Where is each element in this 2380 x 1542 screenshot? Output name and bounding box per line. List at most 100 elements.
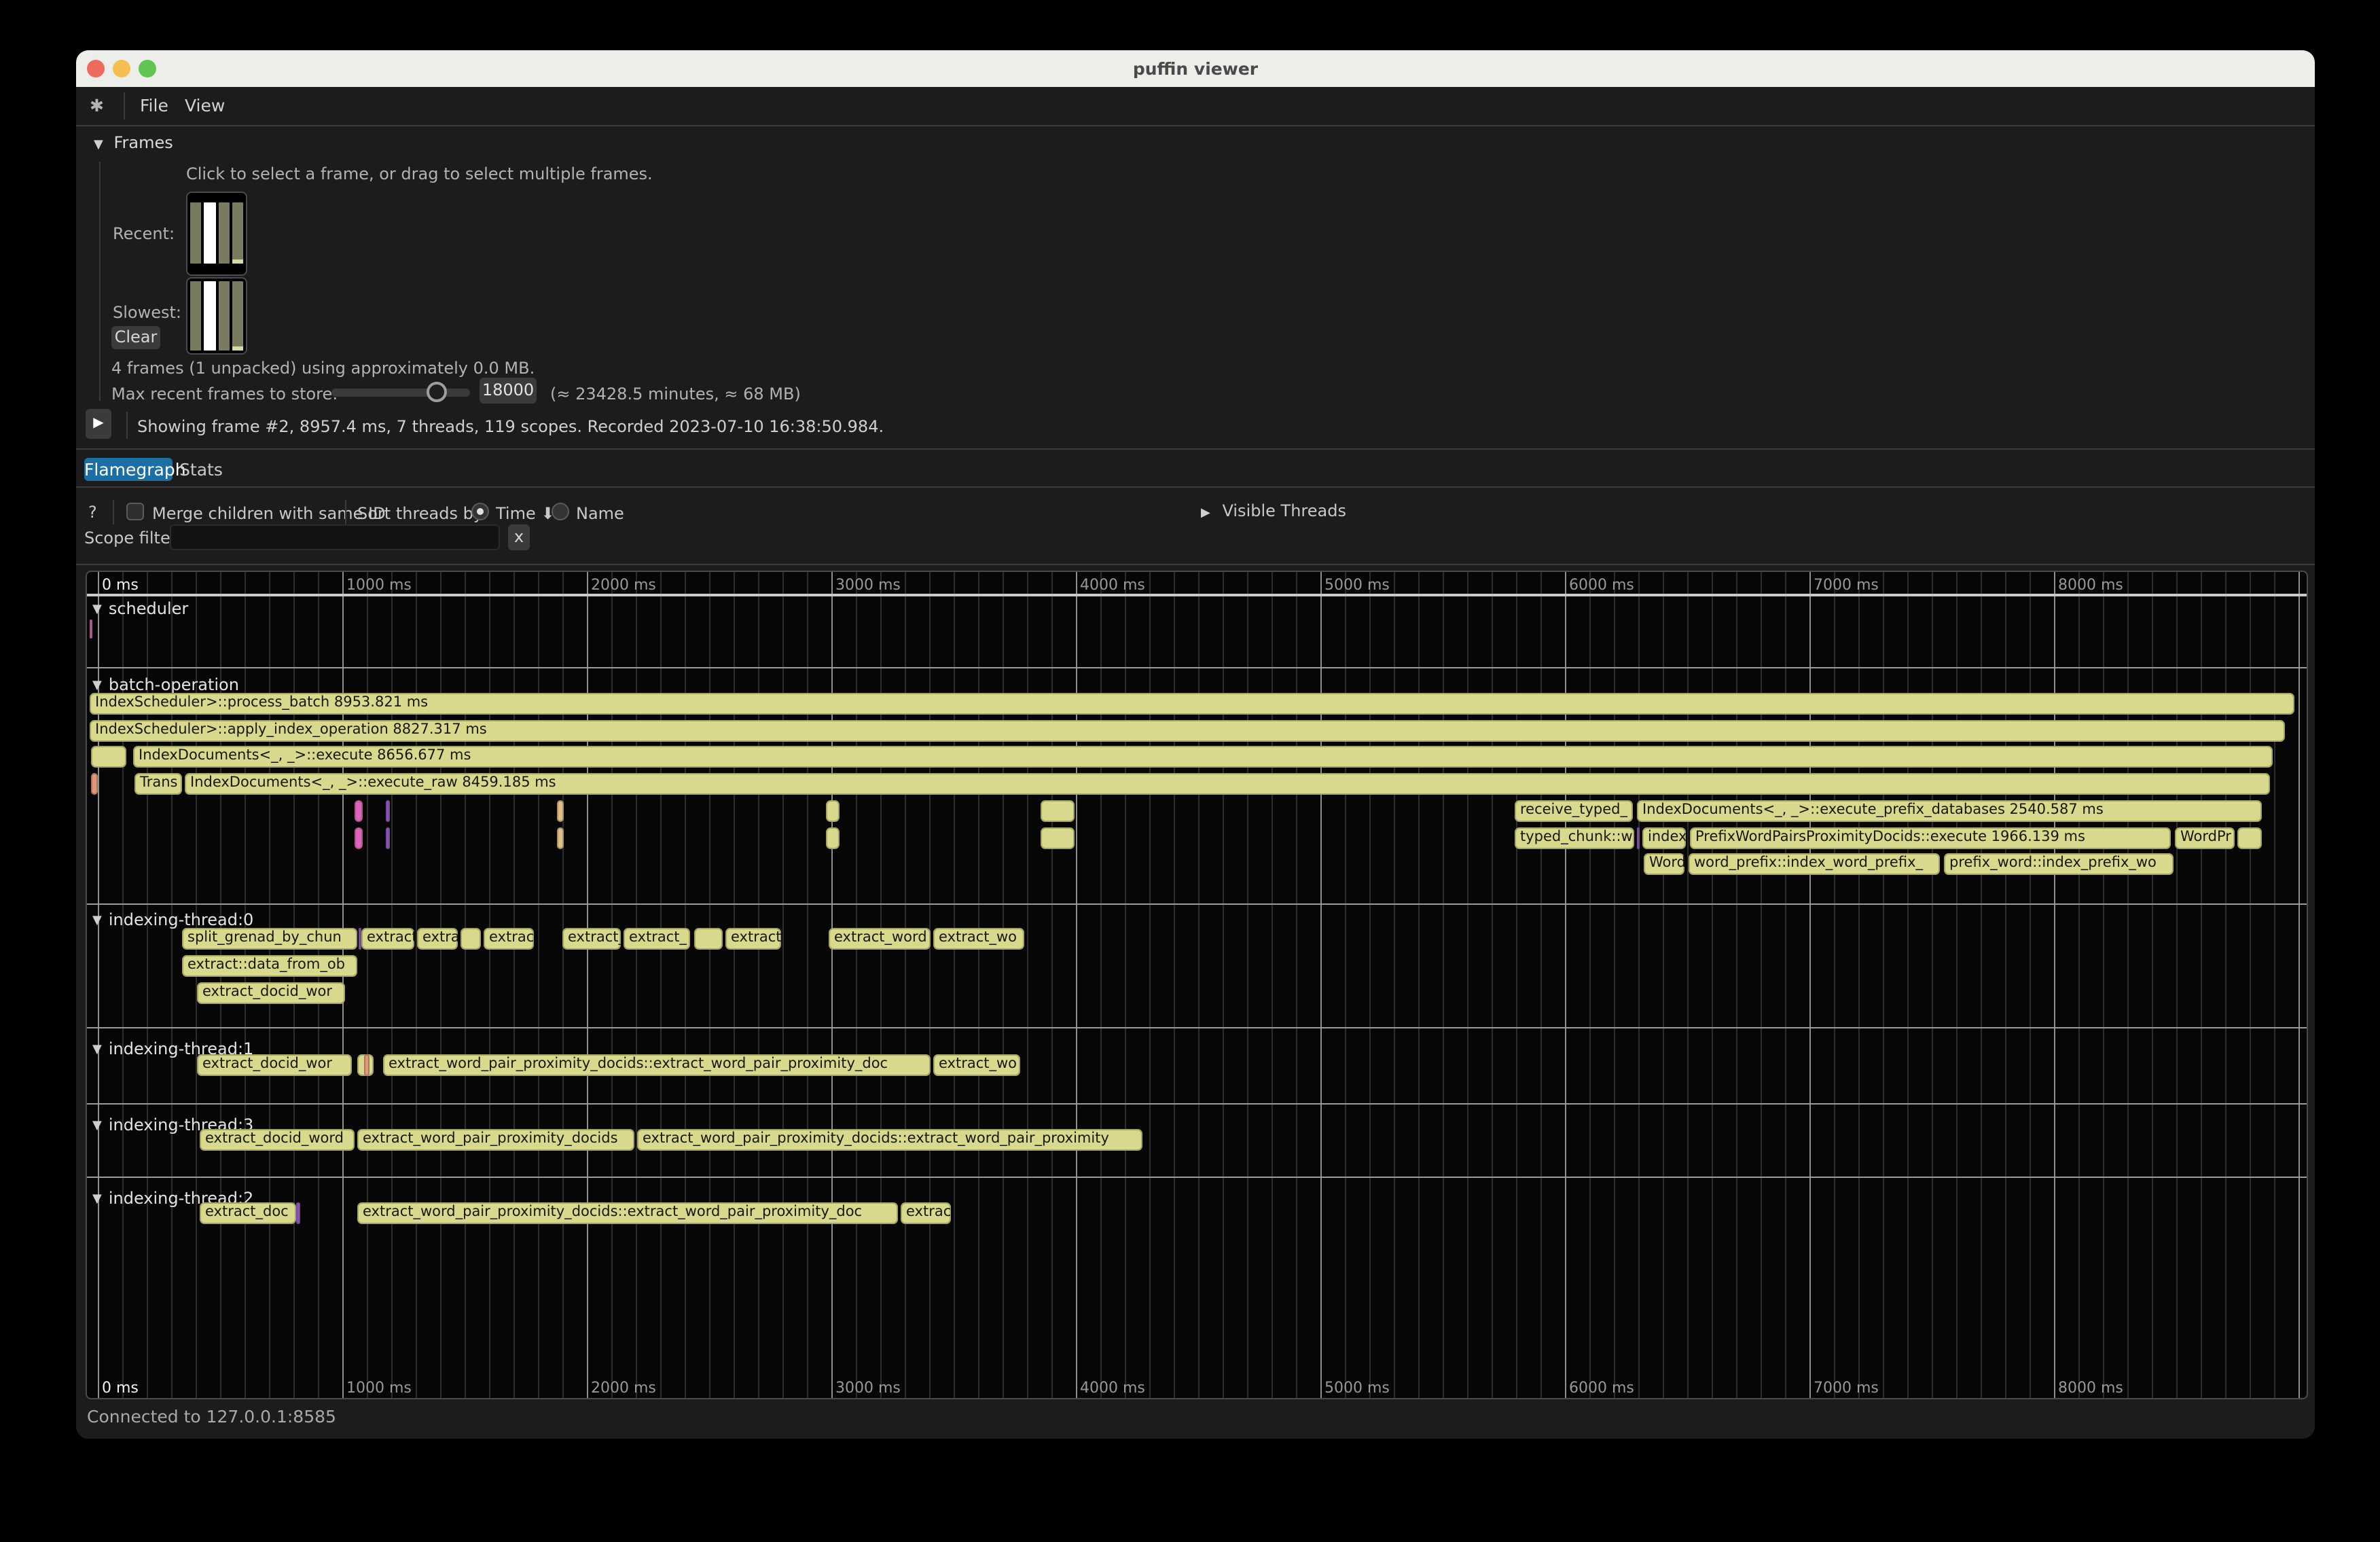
sort-time-radio[interactable] [471, 503, 489, 520]
max-frames-slider-knob[interactable] [427, 382, 447, 402]
app-menu-icon[interactable]: ✱ [90, 95, 104, 115]
flamegraph-canvas[interactable]: 0 ms0 ms1000 ms1000 ms2000 ms2000 ms3000… [86, 571, 2308, 1399]
flame-bar[interactable]: prefix_word::index_prefix_wo [1944, 853, 2174, 875]
frame-thumbnail-bar[interactable] [190, 281, 202, 351]
flame-bar[interactable]: typed_chunk::w [1515, 827, 1634, 849]
frame-thumbnail-bar[interactable] [204, 281, 216, 351]
frame-thumbnail-bar[interactable] [190, 202, 202, 264]
flame-bar[interactable]: WordPr [2175, 827, 2235, 849]
flame-bar[interactable]: extract_word_pair_proximity_docids [357, 1129, 634, 1151]
app-window: puffin viewer ✱ File View ▼ Frames Click… [76, 50, 2315, 1439]
time-tick-label: 4000 ms [1080, 1379, 1145, 1397]
flame-bar[interactable]: extract_ [562, 928, 621, 950]
flame-bar[interactable]: extrac [901, 1202, 951, 1224]
flame-bar[interactable] [1041, 827, 1075, 849]
collapse-triangle-icon: ▼ [92, 1043, 102, 1057]
flame-bar[interactable]: extract_wo [933, 1054, 1020, 1076]
flame-bar[interactable]: extract [361, 928, 414, 950]
time-tick-label: 5000 ms [1324, 576, 1390, 594]
flame-bar[interactable] [358, 928, 361, 950]
flame-bar[interactable] [826, 800, 840, 822]
flame-bar[interactable] [296, 1202, 300, 1224]
flame-bar[interactable]: extract_doc [200, 1202, 296, 1224]
frame-thumbnail-bar[interactable] [218, 202, 230, 264]
flame-bar[interactable]: split_grenad_by_chun [182, 928, 357, 950]
flame-bar[interactable] [355, 800, 363, 822]
flame-bar[interactable]: word_prefix::index_word_prefix_ [1689, 853, 1940, 875]
flame-bar[interactable]: extract_docid_word [200, 1129, 355, 1151]
flame-bar[interactable] [826, 827, 840, 849]
flame-bar[interactable]: index [1642, 827, 1686, 849]
flame-bar[interactable]: extract::data_from_ob [182, 955, 357, 977]
frame-thumbnail-bar[interactable] [204, 202, 216, 264]
frame-thumbnail-bar[interactable] [218, 281, 230, 351]
flame-bar[interactable] [363, 1054, 369, 1076]
flame-bar[interactable]: receive_typed_ [1515, 800, 1633, 822]
flame-bar[interactable] [1041, 800, 1075, 822]
flame-bar[interactable] [461, 928, 481, 950]
thread-group-header[interactable]: ▼indexing-thread:0 [92, 910, 253, 929]
flame-bar[interactable]: extra [417, 928, 458, 950]
recent-frames-thumbnail[interactable] [186, 192, 247, 276]
scope-filter-input[interactable] [170, 524, 500, 550]
flame-bar[interactable]: IndexScheduler>::apply_index_operation 8… [90, 720, 2285, 742]
slowest-frames-thumbnail[interactable] [186, 277, 247, 355]
sort-time-label: Time ⬇ [496, 504, 555, 523]
clear-button[interactable]: Clear [111, 326, 160, 349]
clear-filter-button[interactable]: x [508, 524, 530, 550]
flame-bar[interactable]: PrefixWordPairsProximityDocids::execute … [1690, 827, 2171, 849]
screen: puffin viewer ✱ File View ▼ Frames Click… [0, 0, 2380, 1542]
flame-bar[interactable]: Trans [134, 773, 182, 795]
flame-bar[interactable] [1637, 827, 1640, 849]
frames-section-header[interactable]: ▼ Frames [94, 133, 173, 152]
merge-children-checkbox[interactable] [126, 503, 144, 520]
help-button[interactable]: ? [88, 503, 97, 522]
sort-name-radio[interactable] [552, 503, 569, 520]
menu-view[interactable]: View [185, 95, 225, 115]
flame-bar[interactable]: extrac [484, 928, 534, 950]
flame-bar[interactable] [89, 620, 92, 639]
flame-bar[interactable]: IndexScheduler>::process_batch 8953.821 … [90, 693, 2294, 715]
collapse-triangle-icon: ▼ [92, 603, 102, 617]
flame-bar[interactable] [557, 827, 564, 849]
visible-threads-header[interactable]: ▶ Visible Threads [1201, 501, 1346, 520]
tab-flamegraph[interactable]: Flamegraph [84, 458, 173, 481]
flame-bar[interactable]: IndexDocuments<_, _>::execute_raw 8459.1… [185, 773, 2270, 795]
play-button[interactable]: ▶ [86, 409, 111, 439]
flame-bar[interactable]: extract_word [829, 928, 931, 950]
thread-group-name: scheduler [109, 599, 188, 618]
max-frames-slider[interactable] [331, 389, 470, 397]
thread-group-header[interactable]: ▼batch-operation [92, 675, 239, 694]
flame-bar[interactable]: extract_word_pair_proximity_docids::extr… [637, 1129, 1142, 1151]
thread-group-header[interactable]: ▼ scheduler [92, 599, 188, 618]
flame-bar[interactable]: extract [725, 928, 781, 950]
flame-bar[interactable] [386, 800, 389, 822]
flame-bar[interactable] [2237, 827, 2262, 849]
flame-bar[interactable] [355, 827, 363, 849]
time-tick-label: 5000 ms [1324, 1379, 1390, 1397]
flame-bar[interactable]: extract_wo [933, 928, 1024, 950]
menu-file[interactable]: File [140, 95, 168, 115]
flame-bar[interactable]: extract_ [624, 928, 690, 950]
flame-bar[interactable] [91, 746, 126, 768]
playrow-divider [126, 412, 128, 439]
flame-bar[interactable]: Word [1644, 853, 1684, 875]
frame-thumbnail-bar[interactable] [232, 281, 244, 351]
flame-bar[interactable]: extract_word_pair_proximity_docids::extr… [357, 1202, 898, 1224]
flame-bar[interactable] [557, 800, 564, 822]
flame-bar[interactable]: extract_word_pair_proximity_docids::extr… [383, 1054, 931, 1076]
thread-group-separator [87, 667, 2307, 668]
frame-thumbnail-bar[interactable] [232, 202, 244, 264]
flame-bar[interactable] [694, 928, 723, 950]
thread-group-separator [87, 903, 2307, 905]
thread-group-separator [87, 1177, 2307, 1178]
tab-stats[interactable]: Stats [177, 458, 226, 481]
flame-bar[interactable]: IndexDocuments<_, _>::execute_prefix_dat… [1637, 800, 2262, 822]
max-frames-value[interactable]: 18000 [480, 378, 537, 404]
separator [76, 564, 2315, 565]
flame-bar[interactable]: extract_docid_wor [197, 982, 345, 1004]
flame-bar[interactable]: extract_docid_wor [197, 1054, 352, 1076]
flame-bar[interactable]: IndexDocuments<_, _>::execute 8656.677 m… [133, 746, 2273, 768]
flame-bar[interactable] [386, 827, 389, 849]
flame-bar[interactable] [91, 773, 98, 795]
